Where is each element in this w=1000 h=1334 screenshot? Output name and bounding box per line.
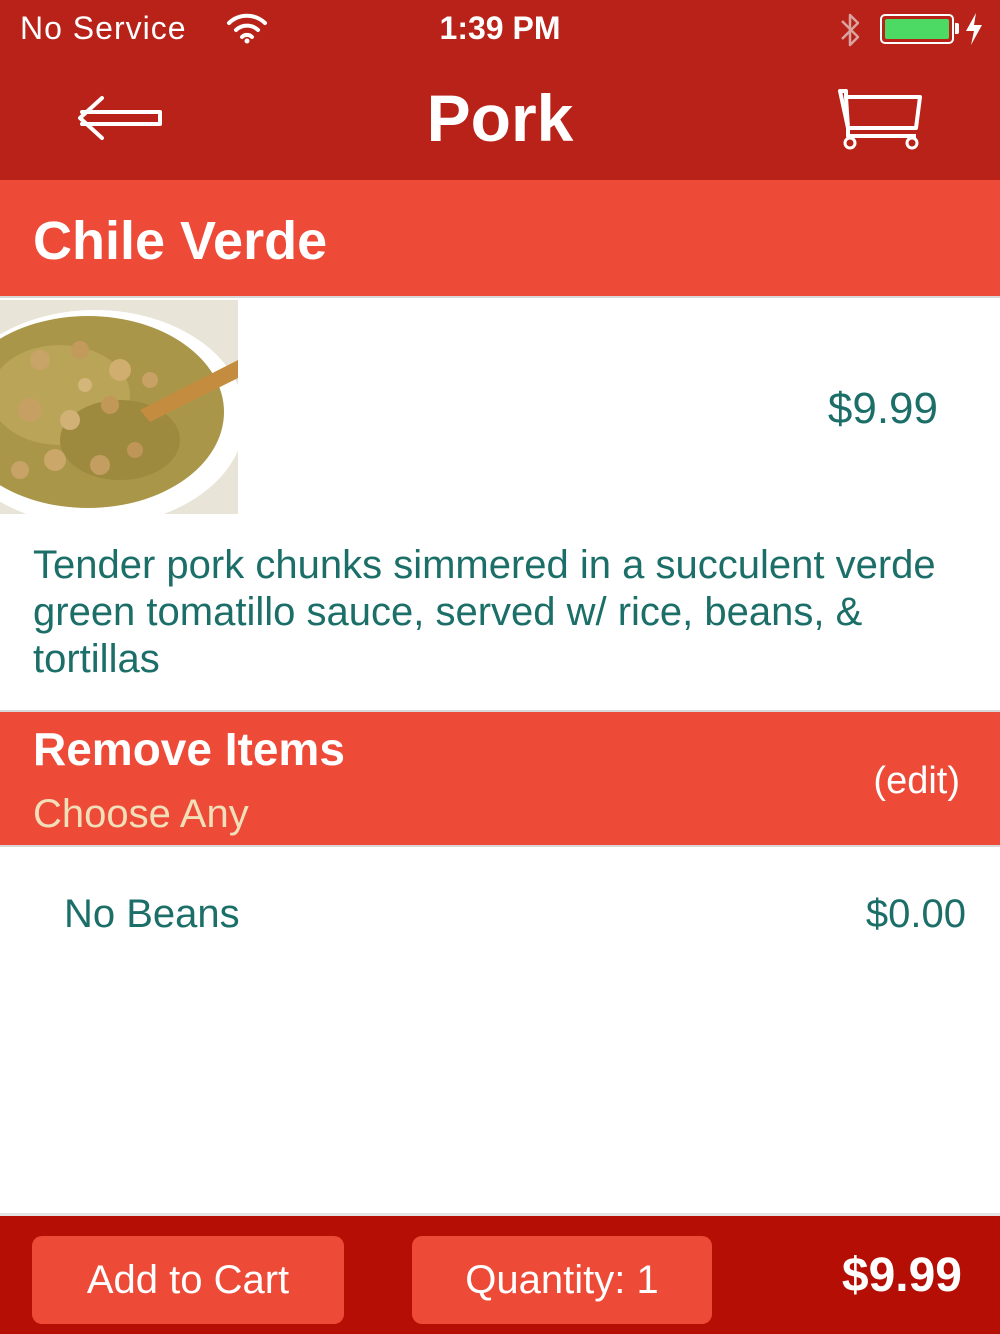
battery-icon — [880, 14, 954, 44]
section-subtitle: Choose Any — [33, 792, 249, 836]
battery-tip — [955, 23, 959, 34]
option-price: $0.00 — [865, 892, 966, 936]
modifier-section-header: Remove Items Choose Any (edit) — [0, 710, 1000, 847]
item-price: $9.99 — [827, 384, 938, 433]
food-photo — [0, 300, 238, 514]
modifier-option-row[interactable]: No Beans $0.00 — [0, 870, 1000, 965]
quantity-button[interactable]: Quantity: 1 — [412, 1236, 712, 1324]
item-name: Chile Verde — [33, 211, 328, 271]
add-to-cart-button[interactable]: Add to Cart — [32, 1236, 344, 1324]
item-description: Tender pork chunks simmered in a succule… — [33, 543, 936, 681]
bottom-bar: Add to Cart Quantity: 1 $9.99 — [0, 1213, 1000, 1334]
option-label: No Beans — [64, 892, 240, 936]
section-title: Remove Items — [33, 723, 345, 775]
bluetooth-icon — [841, 13, 860, 47]
cart-icon[interactable] — [836, 86, 928, 150]
total-price: $9.99 — [841, 1249, 962, 1302]
item-header: Chile Verde — [0, 180, 1000, 298]
navigation-bar: No Service 1:39 PM Pork — [0, 0, 1000, 180]
status-bar: No Service 1:39 PM — [0, 0, 1000, 60]
charging-icon — [966, 13, 982, 45]
edit-link[interactable]: (edit) — [873, 760, 960, 803]
